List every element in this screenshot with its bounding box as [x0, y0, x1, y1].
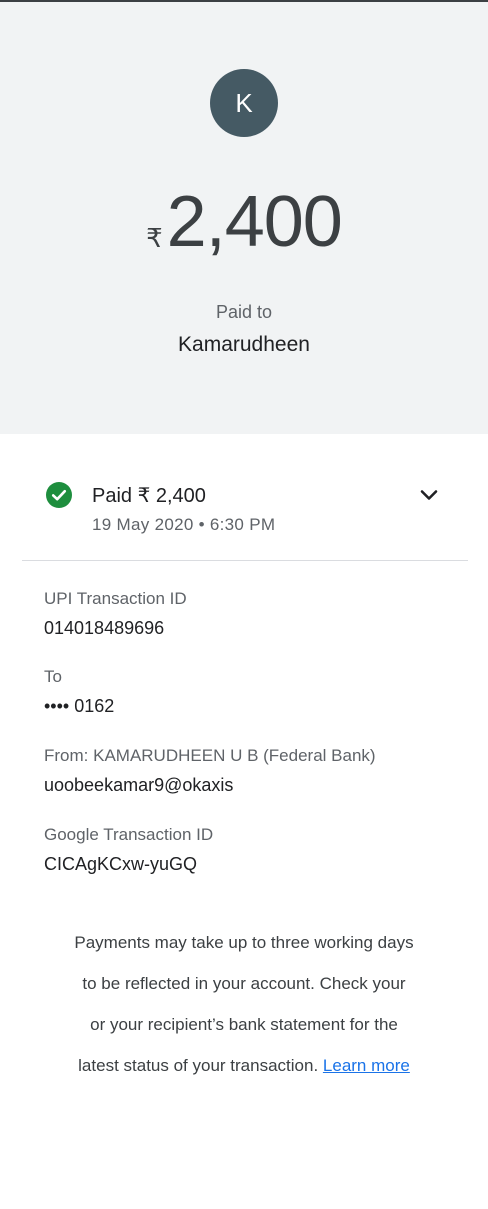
from-account-field: From: KAMARUDHEEN U B (Federal Bank) uoo… — [44, 746, 376, 796]
currency-symbol: ₹ — [146, 223, 163, 253]
field-label: From: KAMARUDHEEN U B (Federal Bank) — [44, 746, 376, 765]
google-transaction-id-field: Google Transaction ID CICAgKCxw-yuGQ — [44, 825, 213, 875]
paid-to-label: Paid to — [215, 302, 273, 322]
avatar[interactable]: K — [210, 69, 278, 137]
from-upi-id-value[interactable]: uoobeekamar9@okaxis — [44, 774, 376, 796]
check-circle-icon — [46, 482, 72, 508]
payment-status-title: Paid ₹ 2,400 — [92, 485, 206, 507]
learn-more-link[interactable]: Learn more — [323, 1056, 410, 1075]
payment-summary-header: K ₹ 2,400 Paid to Kamarudheen — [0, 2, 488, 434]
amount-value: 2,400 — [166, 182, 343, 262]
upi-transaction-id-value[interactable]: 014018489696 — [44, 617, 187, 639]
field-label: Google Transaction ID — [44, 825, 214, 844]
payment-status-row[interactable]: Paid ₹ 2,400 19 May 2020 • 6:30 PM — [0, 470, 488, 550]
payee-name: Kamarudheen — [178, 333, 310, 356]
field-label: To — [44, 667, 62, 686]
chevron-down-icon[interactable] — [418, 484, 440, 506]
upi-transaction-id-field: UPI Transaction ID 014018489696 — [44, 589, 187, 639]
to-account-field: To •••• 0162 — [44, 667, 114, 717]
amount-display: ₹ 2,400 — [0, 180, 488, 264]
google-transaction-id-value[interactable]: CICAgKCxw-yuGQ — [44, 853, 213, 875]
avatar-initial: K — [235, 87, 253, 118]
to-account-value: •••• 0162 — [44, 696, 115, 716]
payment-notice: Payments may take up to three working da… — [74, 922, 414, 1086]
divider — [22, 560, 468, 561]
payment-notice-text: Payments may take up to three working da… — [74, 933, 414, 1075]
field-label: UPI Transaction ID — [44, 589, 187, 608]
payment-datetime: 19 May 2020 • 6:30 PM — [92, 515, 276, 534]
